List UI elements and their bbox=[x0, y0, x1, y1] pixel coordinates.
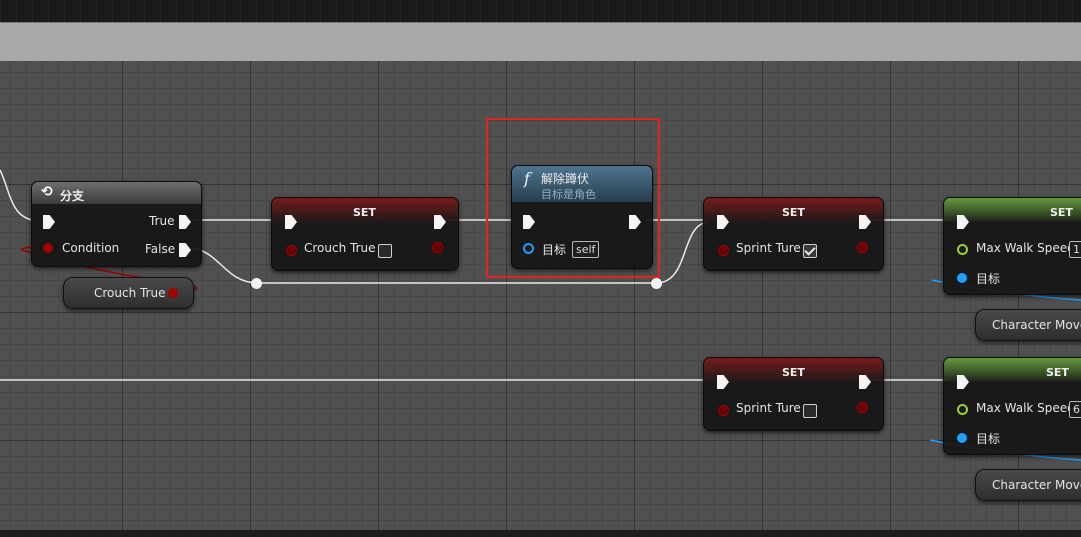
set-crouch-title: SET bbox=[353, 206, 376, 219]
set-sprint-false-output-pin[interactable] bbox=[857, 402, 868, 413]
reroute-node-right[interactable] bbox=[651, 278, 662, 289]
set-sprint-false-pin-label: Sprint Ture bbox=[736, 401, 801, 415]
branch-false-label: False bbox=[145, 242, 176, 256]
branch-condition-label: Condition bbox=[62, 241, 120, 255]
branch-condition-pin[interactable] bbox=[43, 243, 53, 253]
character-movement-top-label: Character Movem bbox=[992, 318, 1081, 332]
bottom-strip bbox=[0, 530, 1081, 537]
branch-node-title: 分支 bbox=[60, 189, 85, 203]
branch-icon: ⟲ bbox=[41, 184, 53, 200]
branch-node-header bbox=[32, 182, 201, 204]
set-crouch-pin-label: Crouch True bbox=[304, 241, 376, 255]
set-sprint-true-node[interactable]: SET Sprint Ture bbox=[703, 197, 884, 271]
branch-true-pin[interactable] bbox=[179, 215, 191, 229]
set-sprint-true-value-pin[interactable] bbox=[718, 245, 729, 256]
set-crouch-checkbox[interactable] bbox=[378, 244, 392, 258]
branch-false-pin[interactable] bbox=[179, 243, 191, 257]
character-movement-top-node[interactable]: Character Movem bbox=[975, 309, 1081, 341]
branch-exec-in-pin[interactable] bbox=[43, 215, 55, 229]
set-speed-bottom-target-pin[interactable] bbox=[957, 433, 967, 443]
branch-true-label: True bbox=[149, 214, 175, 228]
set-speed-top-target-label: 目标 bbox=[976, 272, 1001, 286]
set-crouch-node[interactable]: SET Crouch True bbox=[271, 197, 459, 271]
branch-node[interactable]: ⟲ 分支 True Condition False bbox=[31, 181, 202, 267]
set-speed-top-node[interactable]: SET Max Walk Speed 1 目标 bbox=[943, 197, 1081, 295]
set-speed-top-pin-label: Max Walk Speed bbox=[976, 241, 1075, 255]
set-speed-top-target-pin[interactable] bbox=[957, 273, 967, 283]
set-sprint-true-pin-label: Sprint Ture bbox=[736, 241, 801, 255]
character-movement-bottom-node[interactable]: Character Movem bbox=[975, 469, 1081, 501]
top-strip bbox=[0, 0, 1081, 22]
crouch-true-output-pin[interactable] bbox=[168, 288, 178, 298]
set-speed-top-float-pin[interactable] bbox=[957, 244, 968, 255]
highlight-annotation-box bbox=[486, 118, 660, 278]
set-speed-top-value[interactable]: 1 bbox=[1069, 241, 1081, 258]
set-crouch-value-pin[interactable] bbox=[286, 245, 297, 256]
set-speed-bottom-value[interactable]: 6 bbox=[1069, 401, 1081, 418]
set-sprint-true-checkbox[interactable] bbox=[803, 244, 817, 258]
set-speed-top-title: SET bbox=[1050, 206, 1073, 219]
set-sprint-false-checkbox[interactable] bbox=[803, 404, 817, 418]
set-sprint-true-title: SET bbox=[782, 206, 805, 219]
set-speed-bottom-target-label: 目标 bbox=[976, 432, 1001, 446]
crouch-true-variable-node[interactable]: Crouch True bbox=[63, 277, 194, 309]
set-speed-bottom-pin-label: Max Walk Speed bbox=[976, 401, 1075, 415]
crouch-true-variable-label: Crouch True bbox=[94, 286, 166, 300]
set-sprint-false-node[interactable]: SET Sprint Ture bbox=[703, 357, 884, 431]
set-speed-bottom-node[interactable]: SET Max Walk Speed 6 目标 bbox=[943, 357, 1081, 455]
character-movement-bottom-label: Character Movem bbox=[992, 478, 1081, 492]
set-crouch-output-pin[interactable] bbox=[432, 242, 443, 253]
reroute-node-left[interactable] bbox=[251, 278, 262, 289]
set-sprint-false-title: SET bbox=[782, 366, 805, 379]
comment-box-header[interactable] bbox=[0, 22, 1081, 62]
set-sprint-false-value-pin[interactable] bbox=[718, 405, 729, 416]
set-sprint-true-output-pin[interactable] bbox=[857, 242, 868, 253]
blueprint-graph-canvas[interactable]: ⟲ 分支 True Condition False Crouch True SE… bbox=[0, 0, 1081, 537]
set-speed-bottom-float-pin[interactable] bbox=[957, 404, 968, 415]
set-speed-bottom-title: SET bbox=[1046, 366, 1069, 379]
